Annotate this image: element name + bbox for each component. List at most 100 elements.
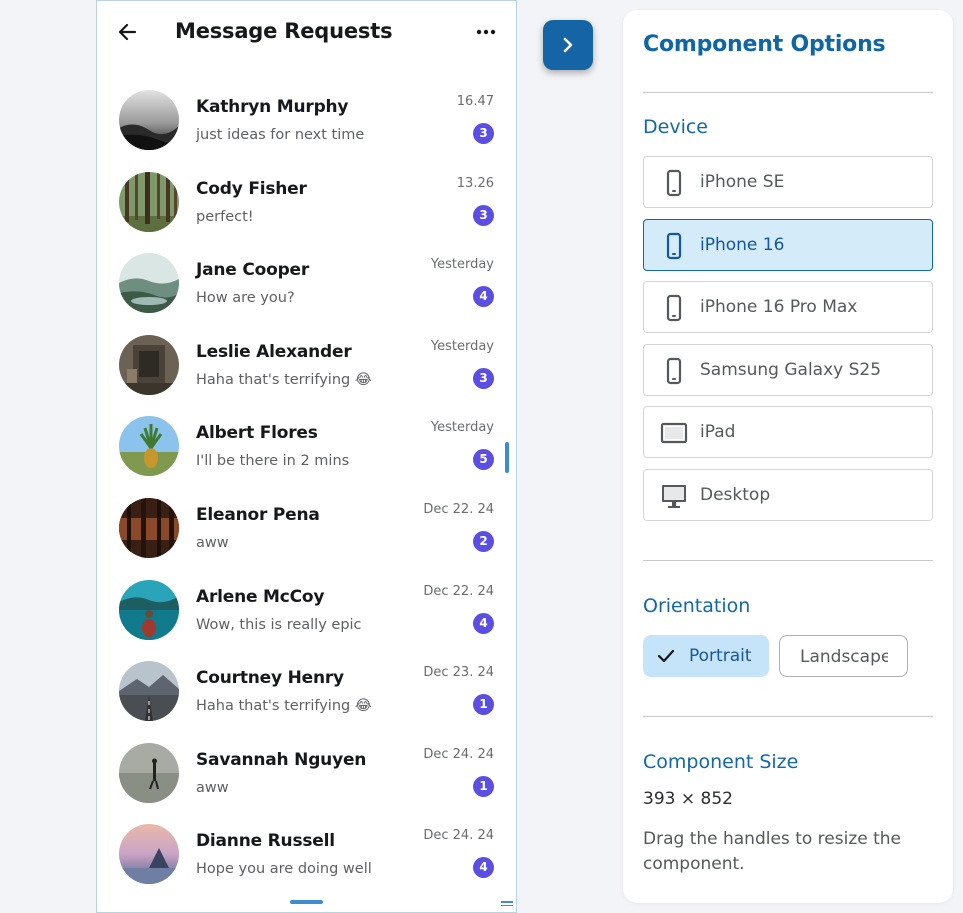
contact-name: Savannah Nguyen (196, 749, 367, 770)
avatar (119, 171, 179, 232)
panel-title: Component Options (643, 32, 886, 57)
device-label: iPhone 16 Pro Max (700, 297, 858, 317)
component-options-panel: Component Options Device iPhone SE iPhon… (623, 10, 953, 903)
divider (643, 92, 933, 93)
message-preview: perfect! (196, 208, 254, 225)
contact-name: Kathryn Murphy (196, 97, 349, 117)
conversation-item[interactable]: Courtney Henry Haha that's terrifying 😂 … (97, 650, 516, 732)
orientation-label: Portrait (689, 646, 751, 666)
unread-badge: 4 (473, 286, 494, 308)
phone-icon (666, 169, 682, 197)
contact-name: Arlene McCoy (196, 586, 325, 607)
size-help-text: Drag the handles to resize the component… (643, 829, 902, 874)
resize-handle-corner[interactable] (501, 901, 513, 907)
desktop-icon (662, 485, 686, 508)
message-time: Yesterday (430, 257, 494, 273)
collapse-panel-button[interactable] (543, 20, 593, 70)
device-label: iPhone 16 (700, 235, 785, 255)
conversation-item[interactable]: Arlene McCoy Wow, this is really epic De… (97, 569, 516, 651)
arrow-left-icon (118, 23, 137, 41)
avatar (119, 497, 179, 558)
unread-badge: 1 (473, 775, 494, 797)
unread-badge: 5 (473, 449, 494, 471)
message-time: Dec 22. 24 (423, 583, 494, 599)
contact-name: Courtney Henry (196, 668, 344, 689)
avatar (119, 579, 179, 640)
message-preview: aww (196, 779, 229, 796)
contact-name: Eleanor Pena (196, 504, 320, 525)
chevron-right-icon (563, 37, 573, 53)
unread-badge: 2 (473, 530, 494, 552)
avatar (119, 90, 179, 150)
message-time: 13.26 (456, 175, 494, 191)
checkmark-icon (657, 649, 675, 663)
message-preview: Wow, this is really epic (196, 616, 362, 633)
message-preview: I'll be there in 2 mins (196, 453, 350, 470)
device-label: Samsung Galaxy S25 (700, 360, 882, 380)
conversation-item[interactable]: Dianne Russell Hope you are doing well D… (97, 813, 516, 895)
device-option-iphone-16[interactable]: iPhone 16 (643, 219, 933, 271)
message-time: Dec 24. 24 (423, 746, 494, 762)
divider (643, 716, 933, 717)
avatar (119, 824, 179, 885)
message-preview: Haha that's terrifying 😂 (196, 698, 372, 715)
avatar (119, 742, 179, 803)
contact-name: Jane Cooper (196, 260, 310, 281)
contact-name: Leslie Alexander (196, 341, 352, 362)
message-time: Dec 23. 24 (423, 665, 494, 681)
avatar (119, 661, 179, 722)
page-title: Message Requests (175, 19, 393, 43)
size-section-label: Component Size (643, 751, 799, 773)
device-option-desktop[interactable]: Desktop (643, 469, 933, 521)
conversation-item[interactable]: Savannah Nguyen aww Dec 24. 24 1 (97, 732, 516, 814)
device-section-label: Device (643, 116, 708, 138)
conversation-item[interactable]: Kathryn Murphy just ideas for next time … (97, 79, 516, 161)
device-option-iphone-16-pro-max[interactable]: iPhone 16 Pro Max (643, 281, 933, 333)
orientation-portrait-button[interactable]: Portrait (643, 635, 769, 677)
message-preview: How are you? (196, 290, 295, 307)
message-time: 16.47 (456, 94, 494, 109)
avatar (119, 334, 179, 395)
message-time: Yesterday (430, 420, 494, 436)
contact-name: Dianne Russell (196, 831, 335, 852)
phone-icon (666, 232, 682, 260)
tablet-icon (660, 422, 688, 444)
message-time: Dec 24. 24 (423, 828, 494, 844)
more-horizontal-icon (476, 29, 496, 35)
scrollbar-thumb[interactable] (505, 442, 509, 473)
orientation-section-label: Orientation (643, 595, 751, 617)
messages-header: Message Requests (97, 1, 516, 67)
conversation-item[interactable]: Albert Flores I'll be there in 2 mins Ye… (97, 405, 516, 487)
phone-preview: Message Requests Kathryn Murphy just ide… (96, 0, 517, 913)
orientation-landscape-button[interactable]: Landscape (779, 635, 908, 677)
orientation-label: Landscape (800, 647, 888, 667)
unread-badge: 3 (473, 367, 494, 389)
conversation-item[interactable]: Cody Fisher perfect! 13.26 3 (97, 161, 516, 243)
conversation-item[interactable]: Eleanor Pena aww Dec 22. 24 2 (97, 487, 516, 569)
device-option-iphone-se[interactable]: iPhone SE (643, 156, 933, 208)
contact-name: Cody Fisher (196, 178, 307, 199)
unread-badge: 3 (473, 204, 494, 226)
unread-badge: 4 (473, 612, 494, 634)
resize-handle-bottom[interactable] (290, 900, 323, 904)
more-options-button[interactable] (471, 19, 501, 45)
message-preview: aww (196, 534, 229, 551)
phone-icon (666, 357, 682, 385)
message-preview: just ideas for next time (196, 127, 365, 143)
unread-badge: 4 (473, 857, 494, 879)
conversation-item[interactable]: Leslie Alexander Haha that's terrifying … (97, 324, 516, 406)
phone-icon (666, 294, 682, 322)
unread-badge: 1 (473, 694, 494, 716)
device-option-ipad[interactable]: iPad (643, 406, 933, 458)
unread-badge: 3 (473, 123, 494, 144)
device-label: iPad (700, 422, 736, 442)
back-button[interactable] (115, 19, 141, 45)
conversation-list: Kathryn Murphy just ideas for next time … (97, 79, 516, 895)
size-value: 393 × 852 (643, 789, 733, 809)
message-time: Yesterday (430, 338, 494, 354)
message-preview: Haha that's terrifying 😂 (196, 371, 372, 388)
device-option-samsung-galaxy-s25[interactable]: Samsung Galaxy S25 (643, 344, 933, 396)
conversation-item[interactable]: Jane Cooper How are you? Yesterday 4 (97, 242, 516, 324)
device-label: iPhone SE (700, 172, 785, 192)
avatar (119, 416, 179, 477)
